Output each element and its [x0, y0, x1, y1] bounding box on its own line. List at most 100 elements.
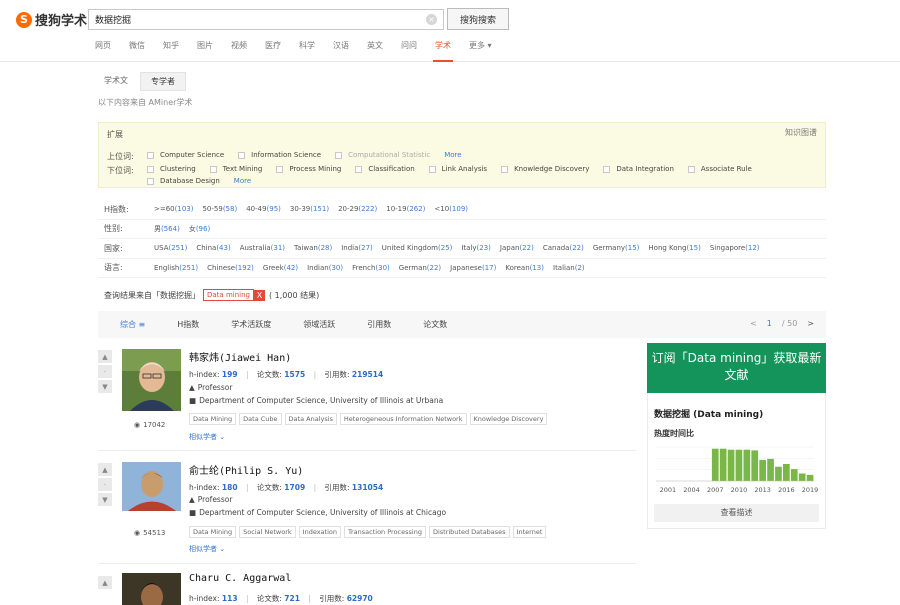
filter-option[interactable]: 20-29(222)	[338, 205, 377, 213]
pager-next-icon[interactable]: >	[807, 319, 814, 328]
filter-option[interactable]: USA(251)	[154, 244, 187, 252]
term-checkbox[interactable]: Classification	[355, 165, 415, 173]
scholar-name[interactable]: 俞士纶(Philip S. Yu)	[189, 462, 303, 477]
filter-option[interactable]: Greek(42)	[263, 264, 298, 272]
avatar[interactable]	[122, 573, 181, 605]
sort-hindex[interactable]: H指数	[177, 319, 199, 330]
term-checkbox[interactable]: Clustering	[147, 165, 196, 173]
topic-tag[interactable]: Data Mining	[189, 526, 237, 538]
nav-item-4[interactable]: 视频	[231, 40, 247, 58]
filter-option[interactable]: Germany(15)	[593, 244, 640, 252]
checkbox[interactable]	[428, 165, 436, 173]
nav-item-10[interactable]: 学术	[433, 40, 453, 62]
filter-option[interactable]: 30-39(151)	[290, 205, 329, 213]
topic-tag[interactable]: Indexation	[298, 526, 341, 538]
nav-item-7[interactable]: 汉语	[333, 40, 349, 58]
scholar-name[interactable]: 韩家炜(Jiawei Han)	[189, 349, 291, 364]
filter-option[interactable]: Indian(30)	[307, 264, 343, 272]
nav-item-5[interactable]: 医疗	[265, 40, 281, 58]
nav-item-0[interactable]: 网页	[95, 40, 111, 58]
filter-option[interactable]: Japanese(17)	[450, 264, 496, 272]
avatar[interactable]	[122, 462, 181, 511]
filter-option[interactable]: <10(109)	[434, 205, 468, 213]
filter-option[interactable]: Canada(22)	[543, 244, 584, 252]
nav-item-6[interactable]: 科学	[299, 40, 315, 58]
tab-scholars[interactable]: 专学者	[140, 72, 186, 91]
filter-option[interactable]: India(27)	[341, 244, 373, 252]
sort-activity[interactable]: 学术活跃度	[231, 319, 271, 330]
filter-option[interactable]: 男(564)	[154, 224, 180, 234]
search-button[interactable]: 搜狗搜索	[447, 8, 509, 30]
filter-option[interactable]: French(30)	[352, 264, 390, 272]
topic-tag[interactable]: Internet	[512, 526, 547, 538]
filter-option[interactable]: >=60(103)	[154, 205, 193, 213]
clear-icon[interactable]: ×	[426, 14, 437, 25]
scholar-name[interactable]: Charu C. Aggarwal	[189, 573, 291, 584]
topic-tag[interactable]: Social Network	[239, 526, 296, 538]
checkbox[interactable]	[209, 165, 217, 173]
filter-option[interactable]: Taiwan(28)	[294, 244, 332, 252]
checkbox[interactable]	[147, 165, 154, 173]
nav-item-2[interactable]: 知乎	[163, 40, 179, 58]
filter-option[interactable]: China(43)	[196, 244, 230, 252]
upvote-icon[interactable]: ▲	[98, 576, 112, 589]
filter-option[interactable]: Italy(23)	[461, 244, 491, 252]
nav-item-9[interactable]: 问问	[401, 40, 417, 58]
sort-field-activity[interactable]: 领域活跃	[303, 319, 335, 330]
more-terms-link[interactable]: More	[234, 177, 251, 185]
topic-tag[interactable]: Data Analysis	[284, 413, 337, 425]
topic-tag[interactable]: Data Mining	[189, 413, 237, 425]
subscribe-banner[interactable]: 订阅「Data mining」获取最新文献	[647, 343, 826, 393]
term-checkbox[interactable]: Information Science	[238, 151, 321, 159]
filter-option[interactable]: Italian(2)	[553, 264, 585, 272]
filter-option[interactable]: Singapore(12)	[710, 244, 760, 252]
filter-option[interactable]: 50-59(58)	[202, 205, 237, 213]
checkbox[interactable]	[603, 165, 611, 173]
search-input[interactable]	[89, 10, 409, 29]
topic-tag[interactable]: Heterogeneous Information Network	[339, 413, 467, 425]
checkbox[interactable]	[147, 177, 154, 185]
view-description-button[interactable]: 查看描述	[654, 504, 819, 522]
nav-item-1[interactable]: 微信	[129, 40, 145, 58]
sort-citations[interactable]: 引用数	[367, 319, 391, 330]
term-checkbox[interactable]: Knowledge Discovery	[501, 165, 589, 173]
remove-tag-icon[interactable]: X	[253, 289, 265, 301]
term-checkbox[interactable]: Database Design	[147, 177, 220, 185]
sort-papers[interactable]: 论文数	[423, 319, 447, 330]
upvote-icon[interactable]: ▲	[98, 463, 112, 476]
topic-tag[interactable]: Knowledge Discovery	[469, 413, 548, 425]
checkbox[interactable]	[276, 165, 284, 173]
similar-scholars-link[interactable]: 相似学者 ⌄	[189, 432, 225, 442]
filter-option[interactable]: Japan(22)	[500, 244, 534, 252]
checkbox[interactable]	[687, 165, 695, 173]
term-checkbox[interactable]: Computational Statistic	[335, 151, 430, 159]
nav-item-11[interactable]: 更多 ▾	[469, 40, 492, 58]
nav-item-8[interactable]: 英文	[367, 40, 383, 58]
filter-option[interactable]: German(22)	[399, 264, 441, 272]
downvote-icon[interactable]: ▼	[98, 380, 112, 393]
avatar[interactable]	[122, 349, 181, 411]
pager-prev-icon[interactable]: <	[750, 319, 757, 328]
filter-option[interactable]: Chinese(192)	[207, 264, 254, 272]
term-checkbox[interactable]: Text Mining	[209, 165, 262, 173]
knowledge-graph-link[interactable]: 知识图谱	[785, 127, 817, 138]
pager-current[interactable]: 1	[767, 319, 772, 328]
filter-option[interactable]: Korean(13)	[505, 264, 544, 272]
checkbox[interactable]	[147, 151, 154, 159]
nav-item-3[interactable]: 图片	[197, 40, 213, 58]
term-checkbox[interactable]: Process Mining	[276, 165, 341, 173]
logo[interactable]: S 搜狗学术	[16, 10, 87, 29]
term-checkbox[interactable]: Link Analysis	[428, 165, 487, 173]
tab-papers[interactable]: 学术文	[98, 72, 134, 91]
filter-option[interactable]: Australia(31)	[240, 244, 285, 252]
checkbox[interactable]	[355, 165, 363, 173]
checkbox[interactable]	[335, 151, 343, 159]
topic-tag[interactable]: Transaction Processing	[343, 526, 426, 538]
topic-tag[interactable]: Data Cube	[239, 413, 282, 425]
similar-scholars-link[interactable]: 相似学者 ⌄	[189, 544, 225, 554]
checkbox[interactable]	[501, 165, 509, 173]
downvote-icon[interactable]: ▼	[98, 493, 112, 506]
filter-option[interactable]: United Kingdom(25)	[382, 244, 453, 252]
term-checkbox[interactable]: Data Integration	[603, 165, 674, 173]
filter-option[interactable]: 女(96)	[189, 224, 210, 234]
